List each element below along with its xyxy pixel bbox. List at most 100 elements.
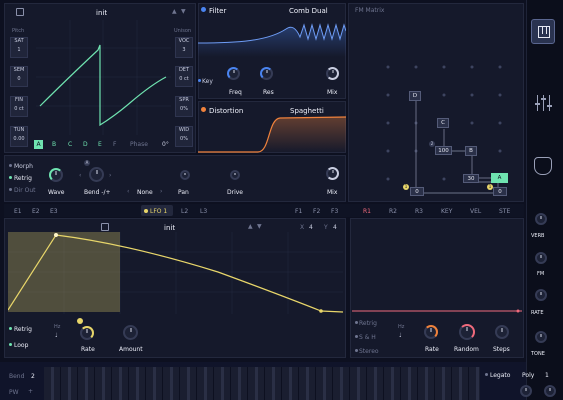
oscillator-waveform[interactable]	[36, 20, 171, 135]
fm-node-100[interactable]: 100	[435, 146, 452, 155]
distortion-mix-knob[interactable]	[326, 167, 339, 180]
tab-f1[interactable]: F1	[295, 208, 302, 215]
wid-box[interactable]: WID 0%	[175, 126, 193, 147]
spr-box[interactable]: SPR 0%	[175, 96, 193, 117]
poly-value[interactable]: 1	[545, 372, 549, 379]
pan-knob[interactable]	[180, 170, 190, 180]
distortion-enable-dot[interactable]	[201, 107, 206, 112]
tab-r1[interactable]: R1	[363, 208, 371, 215]
fin-box[interactable]: FIN 0 ct	[10, 96, 28, 117]
phase-value[interactable]: 0°	[162, 141, 169, 148]
pw-label: PW	[9, 389, 19, 396]
sat-box[interactable]: SAT 1	[10, 37, 28, 58]
filter-type[interactable]: Comb Dual	[289, 7, 328, 15]
tab-f2[interactable]: F2	[313, 208, 320, 215]
lfo-rate-knob[interactable]	[80, 326, 94, 340]
keyboard-view-icon[interactable]	[531, 19, 555, 44]
dir-out-label[interactable]: Dir Out	[14, 187, 36, 194]
tab-lfo1[interactable]: LFO 1	[150, 208, 167, 215]
none-left-arrow-icon[interactable]: ‹	[127, 188, 129, 195]
filter-res-knob[interactable]	[260, 67, 273, 80]
lfo-y-value[interactable]: 4	[333, 224, 337, 231]
wave-tab-b[interactable]: B	[52, 141, 56, 148]
lfo-retrig-label[interactable]: Retrig	[14, 326, 32, 333]
drive-knob[interactable]	[230, 170, 240, 180]
fm-badge-2: 2	[429, 141, 435, 147]
det-box[interactable]: DET 0 ct	[175, 66, 193, 87]
wave-tab-c[interactable]: C	[68, 141, 72, 148]
preset-up-icon[interactable]: ▲	[172, 8, 177, 15]
distortion-type[interactable]: Spaghetti	[290, 107, 324, 115]
rand-note-icon[interactable]: ♩	[399, 332, 402, 339]
wave-tab-e[interactable]: E	[98, 141, 102, 148]
fm-out-left[interactable]: 0	[410, 187, 424, 196]
fm-node-a[interactable]: A	[491, 173, 508, 183]
wave-tab-f[interactable]: F	[113, 141, 116, 148]
lfo-x-value[interactable]: 4	[309, 224, 313, 231]
tun-box[interactable]: TUN 0.00	[10, 126, 28, 147]
rand-retrig-label[interactable]: Retrig	[359, 320, 377, 327]
retrig-label[interactable]: Retrig	[14, 175, 32, 182]
fm-out-right[interactable]: 0	[493, 187, 507, 196]
rand-steps-knob[interactable]	[495, 325, 509, 339]
lfo-preset-name[interactable]: init	[164, 224, 175, 232]
master-knob[interactable]	[520, 385, 532, 397]
fm-node-d[interactable]: D	[409, 91, 421, 101]
rand-rate-knob[interactable]	[424, 325, 438, 339]
fm-node-30[interactable]: 30	[463, 174, 479, 183]
tab-e2[interactable]: E2	[32, 208, 40, 215]
pw-add-icon[interactable]: +	[28, 388, 33, 395]
fm-node-b[interactable]: B	[465, 146, 477, 156]
filter-response-graph[interactable]	[198, 17, 346, 57]
none-right-arrow-icon[interactable]: ›	[160, 188, 162, 195]
tab-l2[interactable]: L2	[181, 208, 188, 215]
tab-r3[interactable]: R3	[415, 208, 423, 215]
plug-icon[interactable]	[534, 157, 552, 175]
save-icon[interactable]	[16, 8, 24, 16]
volume-knob[interactable]	[544, 385, 556, 397]
fm-node-c[interactable]: C	[437, 118, 449, 128]
tab-r2[interactable]: R2	[389, 208, 397, 215]
filter-enable-dot[interactable]	[201, 7, 206, 12]
preset-down-icon[interactable]: ▼	[181, 8, 186, 15]
morph-label[interactable]: Morph	[14, 163, 33, 170]
bend-left-arrow-icon[interactable]: ‹	[79, 172, 81, 179]
tab-key[interactable]: KEY	[441, 208, 452, 215]
tab-ste[interactable]: STE	[499, 208, 510, 215]
bend-knob[interactable]	[89, 167, 104, 182]
bend-right-arrow-icon[interactable]: ›	[109, 172, 111, 179]
tab-vel[interactable]: VEL	[470, 208, 481, 215]
mixer-sliders-icon[interactable]	[533, 93, 553, 113]
lfo-shape-editor[interactable]	[8, 232, 343, 314]
tone-knob[interactable]	[535, 331, 547, 343]
lfo-preset-up-icon[interactable]: ▲	[248, 223, 253, 230]
bend-range-value[interactable]: 2	[31, 373, 35, 380]
verb-knob[interactable]	[535, 213, 547, 225]
osc-preset-name[interactable]: init	[96, 9, 107, 17]
rate-side-knob[interactable]	[535, 289, 547, 301]
lfo-loop-label[interactable]: Loop	[14, 342, 28, 349]
wave-tab-a[interactable]: A	[34, 140, 43, 149]
lfo-amount-knob[interactable]	[123, 325, 138, 340]
wave-tab-d[interactable]: D	[83, 141, 88, 148]
tab-l3[interactable]: L3	[200, 208, 207, 215]
lfo-note-icon[interactable]: ♩	[55, 332, 58, 339]
legato-label[interactable]: Legato	[490, 372, 510, 379]
filter-freq-knob[interactable]	[227, 67, 240, 80]
fm-knob[interactable]	[535, 252, 547, 264]
wave-knob[interactable]	[49, 168, 63, 182]
rand-stereo-label[interactable]: Stereo	[359, 348, 379, 355]
none-label[interactable]: None	[137, 189, 153, 196]
lfo-preset-down-icon[interactable]: ▼	[257, 223, 262, 230]
lfo-save-icon[interactable]	[101, 223, 109, 231]
sem-box[interactable]: SEM 0	[10, 66, 28, 87]
rand-sh-label[interactable]: S & H	[359, 334, 376, 341]
filter-mix-knob[interactable]	[326, 67, 339, 80]
tab-e1[interactable]: E1	[14, 208, 22, 215]
rand-random-knob[interactable]	[459, 324, 475, 340]
filter-key-label[interactable]: Key	[202, 78, 213, 85]
voc-box[interactable]: VOC 3	[175, 37, 193, 58]
piano-keys[interactable]	[44, 367, 480, 400]
tab-e3[interactable]: E3	[50, 208, 58, 215]
tab-f3[interactable]: F3	[331, 208, 338, 215]
